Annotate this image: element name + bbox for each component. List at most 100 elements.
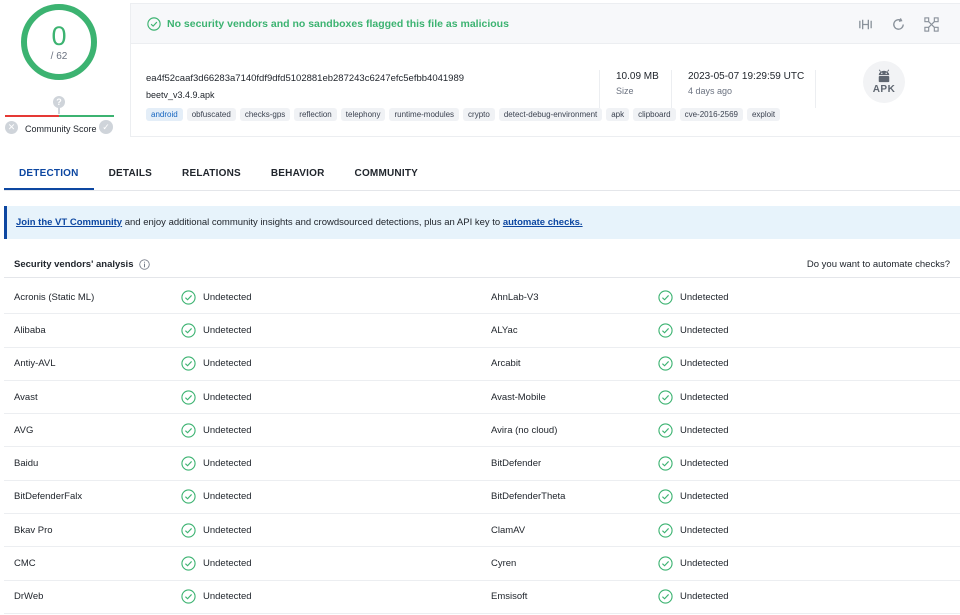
vendor-result: Undetected bbox=[181, 556, 252, 571]
table-row: Avast Undetected Avast-Mobile Undetected bbox=[4, 381, 960, 415]
tag[interactable]: android bbox=[146, 108, 183, 121]
compare-icon[interactable] bbox=[857, 16, 874, 33]
table-row: DrWeb Undetected Emsisoft Undetected bbox=[4, 581, 960, 614]
table-row: Bkav Pro Undetected ClamAV Undetected bbox=[4, 514, 960, 548]
vendor-result: Undetected bbox=[658, 556, 729, 571]
result-text: Undetected bbox=[203, 358, 252, 370]
vendor-name: DrWeb bbox=[14, 591, 44, 603]
close-icon[interactable]: ✕ bbox=[5, 121, 18, 134]
result-text: Undetected bbox=[203, 458, 252, 470]
vendor-result: Undetected bbox=[658, 356, 729, 371]
result-text: Undetected bbox=[203, 591, 252, 603]
table-row: Acronis (Static ML) Undetected AhnLab-V3 Un… bbox=[4, 281, 960, 315]
check-circle-icon bbox=[181, 523, 196, 538]
android-icon bbox=[878, 69, 890, 83]
check-circle-icon bbox=[658, 556, 673, 571]
community-score-label: Community Score bbox=[25, 124, 97, 134]
info-icon[interactable] bbox=[139, 259, 151, 270]
vendor-result: Undetected bbox=[181, 323, 252, 338]
check-circle-icon bbox=[181, 323, 196, 338]
file-name: beetv_v3.4.9.apk bbox=[146, 90, 215, 100]
vendor-name: Cyren bbox=[491, 558, 517, 570]
table-row: BitDefenderFalx Undetected BitDefenderThet… bbox=[4, 481, 960, 515]
tag[interactable]: crypto bbox=[463, 108, 495, 121]
tag[interactable]: clipboard bbox=[633, 108, 676, 121]
vendor-result: Undetected bbox=[181, 389, 252, 405]
tab-relations[interactable]: RELATIONS bbox=[167, 160, 256, 190]
detection-score: 0 / 62 ? ✕ Community Score ✓ bbox=[0, 0, 120, 140]
check-circle-icon bbox=[658, 456, 673, 471]
vendor-result: Undetected bbox=[658, 589, 729, 604]
file-type-text: APK bbox=[872, 84, 896, 95]
score-total: / 62 bbox=[50, 50, 68, 62]
join-community-link[interactable]: Join the VT Community bbox=[16, 217, 122, 228]
divider bbox=[815, 70, 816, 108]
check-circle-icon bbox=[181, 556, 196, 571]
check-circle-icon bbox=[181, 589, 196, 604]
result-text: Undetected bbox=[680, 591, 729, 603]
vendor-name: ClamAV bbox=[491, 524, 526, 536]
vendor-name: BitDefenderTheta bbox=[491, 491, 566, 503]
vendor-result: Undetected bbox=[181, 423, 252, 438]
check-circle-icon bbox=[181, 389, 196, 405]
result-text: Undetected bbox=[680, 458, 729, 470]
vendor-name: BitDefender bbox=[491, 458, 542, 470]
vendor-result: Undetected bbox=[658, 423, 729, 438]
verdict-message: No security vendors and no sandboxes fla… bbox=[167, 17, 509, 30]
check-circle-icon bbox=[181, 423, 196, 438]
table-row: Alibaba Undetected ALYac Undetected bbox=[4, 314, 960, 348]
check-circle-icon bbox=[181, 456, 196, 471]
check-circle-icon bbox=[658, 389, 673, 405]
tag[interactable]: telephony bbox=[340, 108, 386, 121]
result-text: Undetected bbox=[680, 491, 729, 503]
file-type-badge: APK bbox=[863, 61, 905, 103]
vendor-name: Acronis (Static ML) bbox=[14, 291, 95, 303]
tab-detection[interactable]: DETECTION bbox=[4, 160, 94, 190]
vendor-result: Undetected bbox=[658, 389, 729, 405]
check-icon[interactable]: ✓ bbox=[99, 120, 113, 134]
community-score-pin bbox=[58, 107, 60, 114]
vendor-name: CMC bbox=[14, 558, 36, 570]
automate-checks-prompt[interactable]: Do you want to automate checks? bbox=[807, 259, 950, 270]
result-text: Undetected bbox=[203, 558, 252, 570]
vendor-name: AVG bbox=[14, 424, 34, 436]
file-hash[interactable]: ea4f52caaf3d66283a7140fdf9dfd5102881eb28… bbox=[146, 73, 464, 84]
result-text: Undetected bbox=[680, 391, 729, 403]
result-text: Undetected bbox=[203, 491, 252, 503]
check-circle-icon bbox=[181, 489, 196, 505]
check-circle-icon bbox=[147, 16, 161, 31]
tag[interactable]: reflection bbox=[294, 108, 337, 121]
analysis-date-relative: 4 days ago bbox=[688, 86, 733, 96]
vendor-name: Bkav Pro bbox=[14, 524, 53, 536]
vendor-name: Avira (no cloud) bbox=[491, 424, 558, 436]
result-text: Undetected bbox=[203, 391, 252, 403]
tag[interactable]: cve-2016-2569 bbox=[679, 108, 743, 121]
tab-details[interactable]: DETAILS bbox=[94, 160, 167, 190]
check-circle-icon bbox=[658, 489, 673, 505]
tag[interactable]: exploit bbox=[746, 108, 781, 121]
tab-community[interactable]: COMMUNITY bbox=[340, 160, 433, 190]
automate-checks-link[interactable]: automate checks. bbox=[503, 217, 583, 228]
tag[interactable]: detect-debug-environment bbox=[498, 108, 603, 121]
vendors-title: Security vendors' analysis bbox=[14, 259, 134, 270]
graph-icon[interactable] bbox=[923, 16, 940, 33]
check-circle-icon bbox=[658, 356, 673, 371]
check-circle-icon bbox=[658, 523, 673, 538]
tag[interactable]: apk bbox=[606, 108, 630, 121]
join-community-banner: Join the VT Community and enjoy addition… bbox=[4, 206, 960, 239]
vendor-name: ALYac bbox=[491, 324, 518, 336]
result-text: Undetected bbox=[680, 358, 729, 370]
vendor-name: Emsisoft bbox=[491, 591, 528, 603]
vendor-name: Alibaba bbox=[14, 324, 46, 336]
tag[interactable]: checks-gps bbox=[239, 108, 291, 121]
vendor-result: Undetected bbox=[181, 290, 252, 305]
tag[interactable]: obfuscated bbox=[186, 108, 236, 121]
vendor-name: Baidu bbox=[14, 458, 39, 470]
tag[interactable]: runtime-modules bbox=[389, 108, 460, 121]
tab-behavior[interactable]: BEHAVIOR bbox=[256, 160, 340, 190]
community-score-bar-positive bbox=[59, 115, 114, 117]
reanalyze-icon[interactable] bbox=[890, 16, 907, 33]
score-value: 0 bbox=[51, 20, 67, 51]
result-text: Undetected bbox=[680, 524, 729, 536]
vendor-name: Avast bbox=[14, 391, 38, 403]
